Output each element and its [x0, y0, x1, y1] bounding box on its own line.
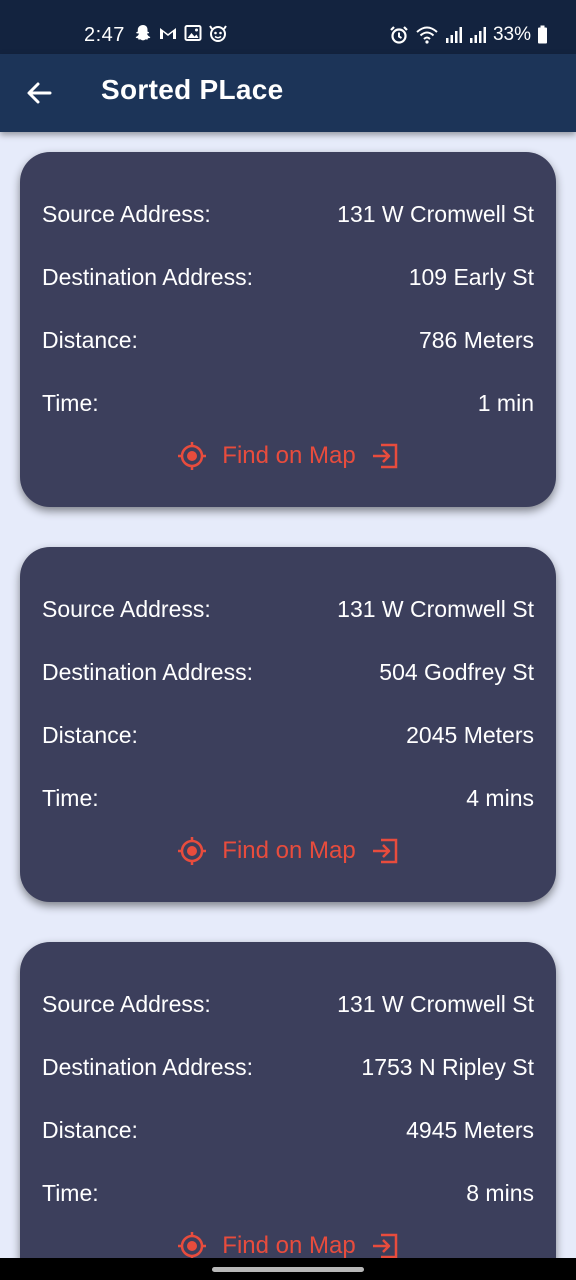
signal-icon	[469, 27, 486, 43]
source-row: Source Address: 131 W Cromwell St	[42, 199, 534, 229]
find-on-map-label: Find on Map	[222, 837, 356, 864]
signal-icon	[445, 27, 462, 43]
wifi-icon	[416, 26, 438, 44]
distance-value: 4945 Meters	[406, 1116, 534, 1143]
destination-row: Destination Address: 1753 N Ripley St	[42, 1052, 534, 1082]
time-value: 1 min	[477, 389, 534, 416]
source-row: Source Address: 131 W Cromwell St	[42, 594, 534, 624]
destination-label: Destination Address:	[42, 1053, 253, 1080]
location-target-icon	[178, 837, 207, 865]
find-on-map-button[interactable]: Find on Map	[20, 831, 556, 871]
snapchat-icon	[135, 25, 151, 41]
find-on-map-label: Find on Map	[222, 442, 356, 469]
distance-label: Distance:	[42, 326, 138, 353]
source-label: Source Address:	[42, 990, 211, 1017]
time-row: Time: 8 mins	[42, 1178, 534, 1208]
destination-label: Destination Address:	[42, 658, 253, 685]
time-value: 8 mins	[466, 1179, 534, 1206]
navigation-bar	[0, 1258, 576, 1280]
page-title: Sorted PLace	[101, 74, 284, 105]
status-time: 2:47	[84, 24, 125, 46]
distance-label: Distance:	[42, 1116, 138, 1143]
source-value: 131 W Cromwell St	[337, 990, 534, 1017]
distance-label: Distance:	[42, 721, 138, 748]
distance-row: Distance: 4945 Meters	[42, 1115, 534, 1145]
find-on-map-button[interactable]: Find on Map	[20, 436, 556, 476]
time-label: Time:	[42, 1179, 99, 1206]
distance-row: Distance: 2045 Meters	[42, 720, 534, 750]
home-gesture-handle[interactable]	[212, 1267, 364, 1272]
login-arrow-icon	[372, 443, 397, 469]
places-list[interactable]: Source Address: 131 W Cromwell St Destin…	[0, 132, 576, 1258]
source-value: 131 W Cromwell St	[337, 595, 534, 622]
time-label: Time:	[42, 784, 99, 811]
distance-value: 2045 Meters	[406, 721, 534, 748]
notification-icons	[134, 24, 228, 42]
time-row: Time: 4 mins	[42, 783, 534, 813]
face-icon	[209, 25, 227, 42]
time-row: Time: 1 min	[42, 388, 534, 418]
gallery-icon	[184, 25, 202, 41]
login-arrow-icon	[372, 838, 397, 864]
location-target-icon	[178, 1232, 207, 1258]
system-icons: 33%	[389, 24, 548, 46]
destination-row: Destination Address: 504 Godfrey St	[42, 657, 534, 687]
distance-row: Distance: 786 Meters	[42, 325, 534, 355]
source-value: 131 W Cromwell St	[337, 200, 534, 227]
destination-value: 504 Godfrey St	[379, 658, 534, 685]
destination-label: Destination Address:	[42, 263, 253, 290]
time-label: Time:	[42, 389, 99, 416]
time-value: 4 mins	[466, 784, 534, 811]
alarm-icon	[390, 26, 408, 44]
destination-row: Destination Address: 109 Early St	[42, 262, 534, 292]
gmail-icon	[160, 28, 176, 39]
place-card: Source Address: 131 W Cromwell St Destin…	[20, 152, 556, 507]
place-card: Source Address: 131 W Cromwell St Destin…	[20, 942, 556, 1258]
battery-icon	[538, 25, 547, 44]
status-bar: 2:47 33%	[0, 0, 576, 54]
place-card: Source Address: 131 W Cromwell St Destin…	[20, 547, 556, 902]
login-arrow-icon	[372, 1233, 397, 1258]
distance-value: 786 Meters	[418, 326, 534, 353]
arrow-left-icon	[27, 82, 52, 104]
source-row: Source Address: 131 W Cromwell St	[42, 989, 534, 1019]
source-label: Source Address:	[42, 595, 211, 622]
destination-value: 1753 N Ripley St	[361, 1053, 534, 1080]
back-button[interactable]	[20, 74, 58, 112]
destination-value: 109 Early St	[408, 263, 534, 290]
location-target-icon	[178, 442, 207, 470]
app-bar: Sorted PLace	[0, 54, 576, 132]
find-on-map-label: Find on Map	[222, 1232, 356, 1258]
battery-percentage: 33%	[492, 24, 531, 45]
find-on-map-button[interactable]: Find on Map	[20, 1226, 556, 1258]
source-label: Source Address:	[42, 200, 211, 227]
